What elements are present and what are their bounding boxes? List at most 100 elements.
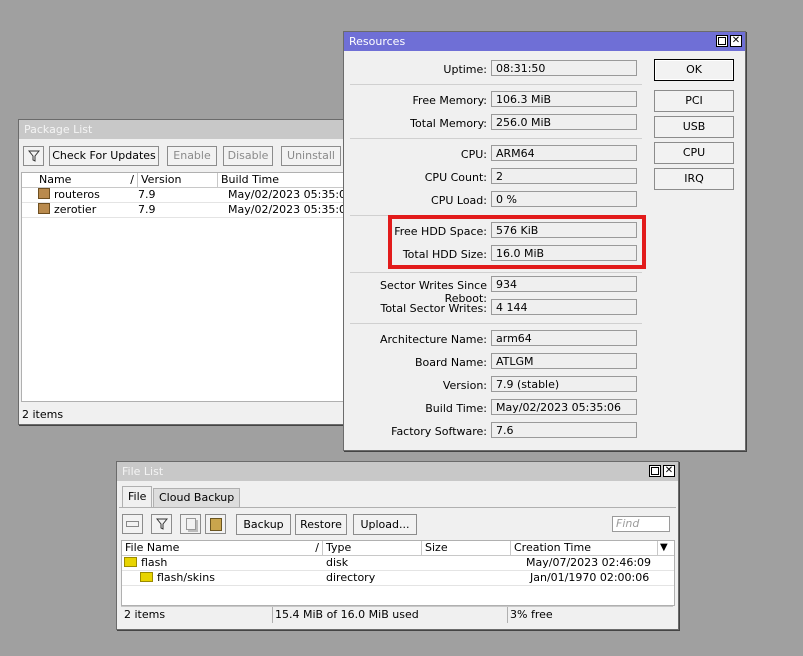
column-size-label: Size [425,541,448,554]
close-icon: ✕ [731,35,741,46]
column-creation-time-header[interactable]: Creation Time [511,541,658,555]
file-created: May/07/2023 02:46:09 [526,556,652,569]
build-time-label: Build Time: [425,402,487,415]
divider [350,323,642,324]
sector-writes-reboot-field[interactable]: 934 [491,276,637,292]
column-build-time-header[interactable]: Build Time [218,173,346,187]
close-icon: ✕ [664,465,674,476]
package-list-titlebar[interactable]: Package List [19,120,347,139]
table-row[interactable]: flash/skins directory Jan/01/1970 02:00:… [122,571,674,586]
package-icon [38,188,50,199]
tab-file[interactable]: File [122,486,153,508]
column-type-label: Type [326,541,352,554]
package-version: 7.9 [138,203,156,216]
resources-titlebar[interactable]: Resources ✕ [344,32,745,51]
free-memory-field[interactable]: 106.3 MiB [491,91,637,107]
column-size-header[interactable]: Size [422,541,511,555]
close-button[interactable]: ✕ [730,35,742,47]
paste-button[interactable] [205,514,226,534]
board-name-field[interactable]: ATLGM [491,353,637,369]
backup-button[interactable]: Backup [236,514,291,535]
column-type-header[interactable]: Type [323,541,422,555]
package-table: Name ∕ Version Build Time routeros 7.9 Ma… [21,172,353,402]
board-name-label: Board Name: [415,356,487,369]
cpu-button[interactable]: CPU [654,142,734,164]
package-name: routeros [38,188,100,202]
cpu-count-field[interactable]: 2 [491,168,637,184]
free-memory-label: Free Memory: [412,94,487,107]
ok-button[interactable]: OK [654,59,734,81]
divider [350,272,642,273]
uninstall-button[interactable]: Uninstall [281,146,341,166]
sort-icon: ∕ [130,173,134,186]
disk-usage-status: 15.4 MiB of 16.0 MiB used [275,607,508,623]
architecture-name-field[interactable]: arm64 [491,330,637,346]
file-created: Jan/01/1970 02:00:06 [530,571,650,584]
file-type: directory [326,571,376,584]
filter-button[interactable] [151,514,172,534]
cpu-load-field[interactable]: 0 % [491,191,637,207]
irq-button[interactable]: IRQ [654,168,734,190]
copy-button[interactable] [180,514,201,534]
file-list-window: File List ✕ File Cloud Backup Backup Res… [116,461,679,630]
factory-software-label: Factory Software: [391,425,487,438]
architecture-name-label: Architecture Name: [380,333,487,346]
close-button[interactable]: ✕ [663,465,675,477]
table-row[interactable]: zerotier 7.9 May/02/2023 05:35:06 [22,203,353,218]
file-name: flash/skins [140,571,215,585]
check-for-updates-button[interactable]: Check For Updates [49,146,159,166]
maximize-button[interactable] [649,465,661,477]
paste-icon [209,517,222,531]
uptime-field[interactable]: 08:31:50 [491,60,637,76]
usb-button[interactable]: USB [654,116,734,138]
pci-button[interactable]: PCI [654,90,734,112]
free-space-status: 3% free [510,608,553,621]
resources-window: Resources ✕ Uptime: 08:31:50 Free Memory… [343,31,746,451]
maximize-icon [718,37,726,45]
column-creation-time-label: Creation Time [514,541,591,554]
maximize-button[interactable] [716,35,728,47]
cpu-load-label: CPU Load: [431,194,487,207]
remove-button[interactable] [122,514,143,534]
find-input[interactable]: Find [612,516,670,532]
column-menu-icon[interactable]: ▼ [660,542,668,553]
resources-title: Resources [349,35,406,48]
package-name-text: zerotier [54,203,97,216]
version-field[interactable]: 7.9 (stable) [491,376,637,392]
copy-icon [185,518,196,530]
divider [350,84,642,85]
tab-divider [119,507,676,508]
disable-button[interactable]: Disable [223,146,273,166]
tab-cloud-backup[interactable]: Cloud Backup [153,488,241,508]
file-table: File Name ∕ Type Size Creation Time ▼ fla… [121,540,675,606]
restore-button[interactable]: Restore [295,514,347,535]
column-file-name-label: File Name [125,541,180,554]
package-table-header: Name ∕ Version Build Time [22,173,346,188]
file-list-title: File List [122,465,164,478]
column-version-header[interactable]: Version [138,173,218,187]
total-memory-field[interactable]: 256.0 MiB [491,114,637,130]
package-version: 7.9 [138,188,156,201]
package-icon [38,203,50,214]
file-list-titlebar[interactable]: File List ✕ [117,462,678,481]
version-label: Version: [442,379,487,392]
table-row[interactable]: flash disk May/07/2023 02:46:09 [122,556,674,571]
total-sector-writes-field[interactable]: 4 144 [491,299,637,315]
cpu-label: CPU: [460,148,487,161]
column-name-header[interactable]: Name ∕ [36,173,138,187]
cpu-count-label: CPU Count: [424,171,487,184]
folder-icon [124,557,137,567]
total-sector-writes-label: Total Sector Writes: [380,302,487,315]
column-file-name-header[interactable]: File Name ∕ [122,541,323,555]
upload-button[interactable]: Upload... [353,514,417,535]
cpu-field[interactable]: ARM64 [491,145,637,161]
build-time-field[interactable]: May/02/2023 05:35:06 [491,399,637,415]
file-count-status: 2 items [124,607,273,623]
factory-software-field[interactable]: 7.6 [491,422,637,438]
uptime-label: Uptime: [443,63,487,76]
maximize-icon [651,467,659,475]
enable-button[interactable]: Enable [167,146,217,166]
sort-icon: ∕ [315,541,319,554]
table-row[interactable]: routeros 7.9 May/02/2023 05:35:06 [22,188,353,203]
filter-button[interactable] [23,146,44,166]
